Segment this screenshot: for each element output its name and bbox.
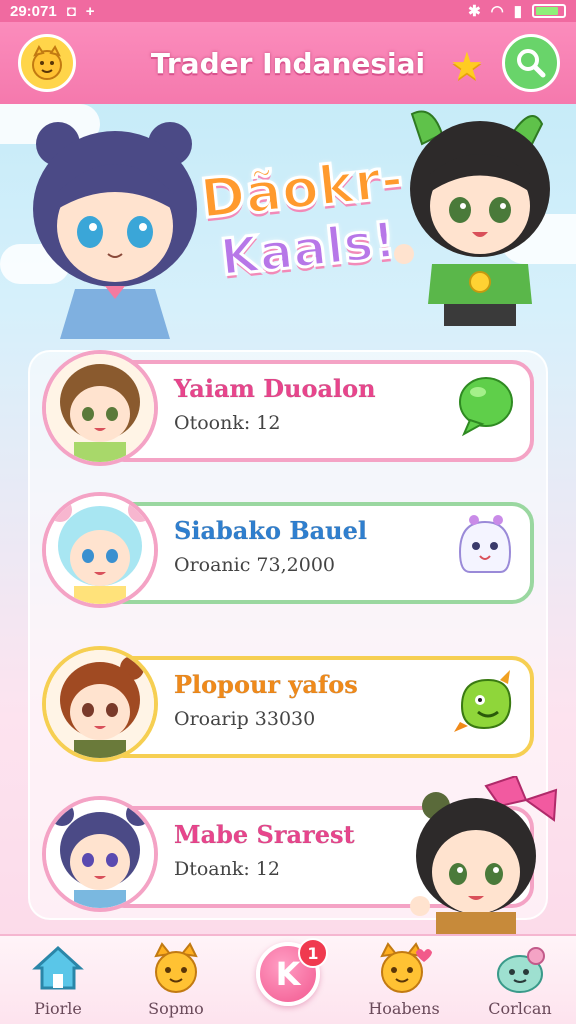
nav-label: Sopmo [148, 999, 204, 1018]
cat-face-icon [154, 942, 198, 993]
left-chibi-character [33, 122, 197, 339]
trader-avatar [42, 796, 158, 912]
wifi-icon: ◠ [490, 3, 504, 20]
trader-name: Plopour yafos [174, 670, 358, 700]
plus-icon: + [85, 2, 95, 20]
status-bar: 29:071 ◘ + ✱ ◠ ▮ [0, 0, 576, 22]
creature-icon [497, 947, 545, 993]
speech-bubble-icon[interactable] [450, 370, 520, 440]
trader-card[interactable]: Yaiam Duoalon Otoonk: 12 [42, 350, 534, 478]
green-monster-icon[interactable] [450, 666, 520, 736]
app-header: Trader Indanesiai ★ [0, 22, 576, 104]
search-icon [517, 49, 546, 78]
page-title: Trader Indanesiai [150, 46, 426, 80]
bluetooth-icon: ✱ [468, 3, 481, 20]
home-icon [32, 945, 84, 990]
ghost-mascot-icon[interactable] [450, 512, 520, 582]
right-chibi-character [394, 110, 550, 326]
cat-face-icon [32, 45, 62, 80]
trader-name: Siabako Bauel [174, 516, 368, 546]
signal-icon: ▮ [513, 3, 522, 20]
cat-heart-icon [380, 942, 432, 993]
nav-label: Hoabens [368, 999, 440, 1018]
trader-name: Yaiam Duoalon [174, 374, 376, 404]
trader-detail: Oroarip 33030 [174, 708, 316, 730]
nav-item-home[interactable]: Piorle [10, 942, 106, 1022]
trader-avatar [42, 646, 158, 762]
trader-avatar [42, 350, 158, 466]
trader-detail: Oroanic 73,2000 [174, 554, 335, 576]
trader-avatar [42, 492, 158, 608]
nav-item-sopmo[interactable]: Sopmo [128, 942, 224, 1022]
character-sticker-icon [410, 776, 558, 936]
trader-detail: Otoonk: 12 [174, 412, 281, 434]
search-button[interactable] [502, 34, 560, 92]
status-time: 29:071 [10, 2, 57, 20]
nav-label: Piorle [34, 999, 82, 1018]
hero-banner: Dãokr- Kaals! [0, 104, 576, 344]
notification-icon: ◘ [66, 2, 76, 20]
battery-icon [532, 4, 566, 18]
favorite-star-icon[interactable]: ★ [450, 44, 484, 88]
trader-card[interactable]: Siabako Bauel Oroanic 73,2000 [42, 492, 534, 620]
notification-badge: 1 [298, 938, 328, 968]
nav-item-hoabens[interactable]: Hoabens [356, 942, 452, 1022]
nav-item-corlcan[interactable]: Corlcan [472, 942, 568, 1022]
trader-card[interactable]: Plopour yafos Oroarip 33030 [42, 646, 534, 774]
trader-detail: Dtoank: 12 [174, 858, 281, 880]
trader-name: Mabe Srarest [174, 820, 355, 850]
menu-button[interactable] [18, 34, 76, 92]
nav-label: Corlcan [488, 999, 552, 1018]
game-logo: Dãokr- Kaals! [196, 134, 413, 304]
